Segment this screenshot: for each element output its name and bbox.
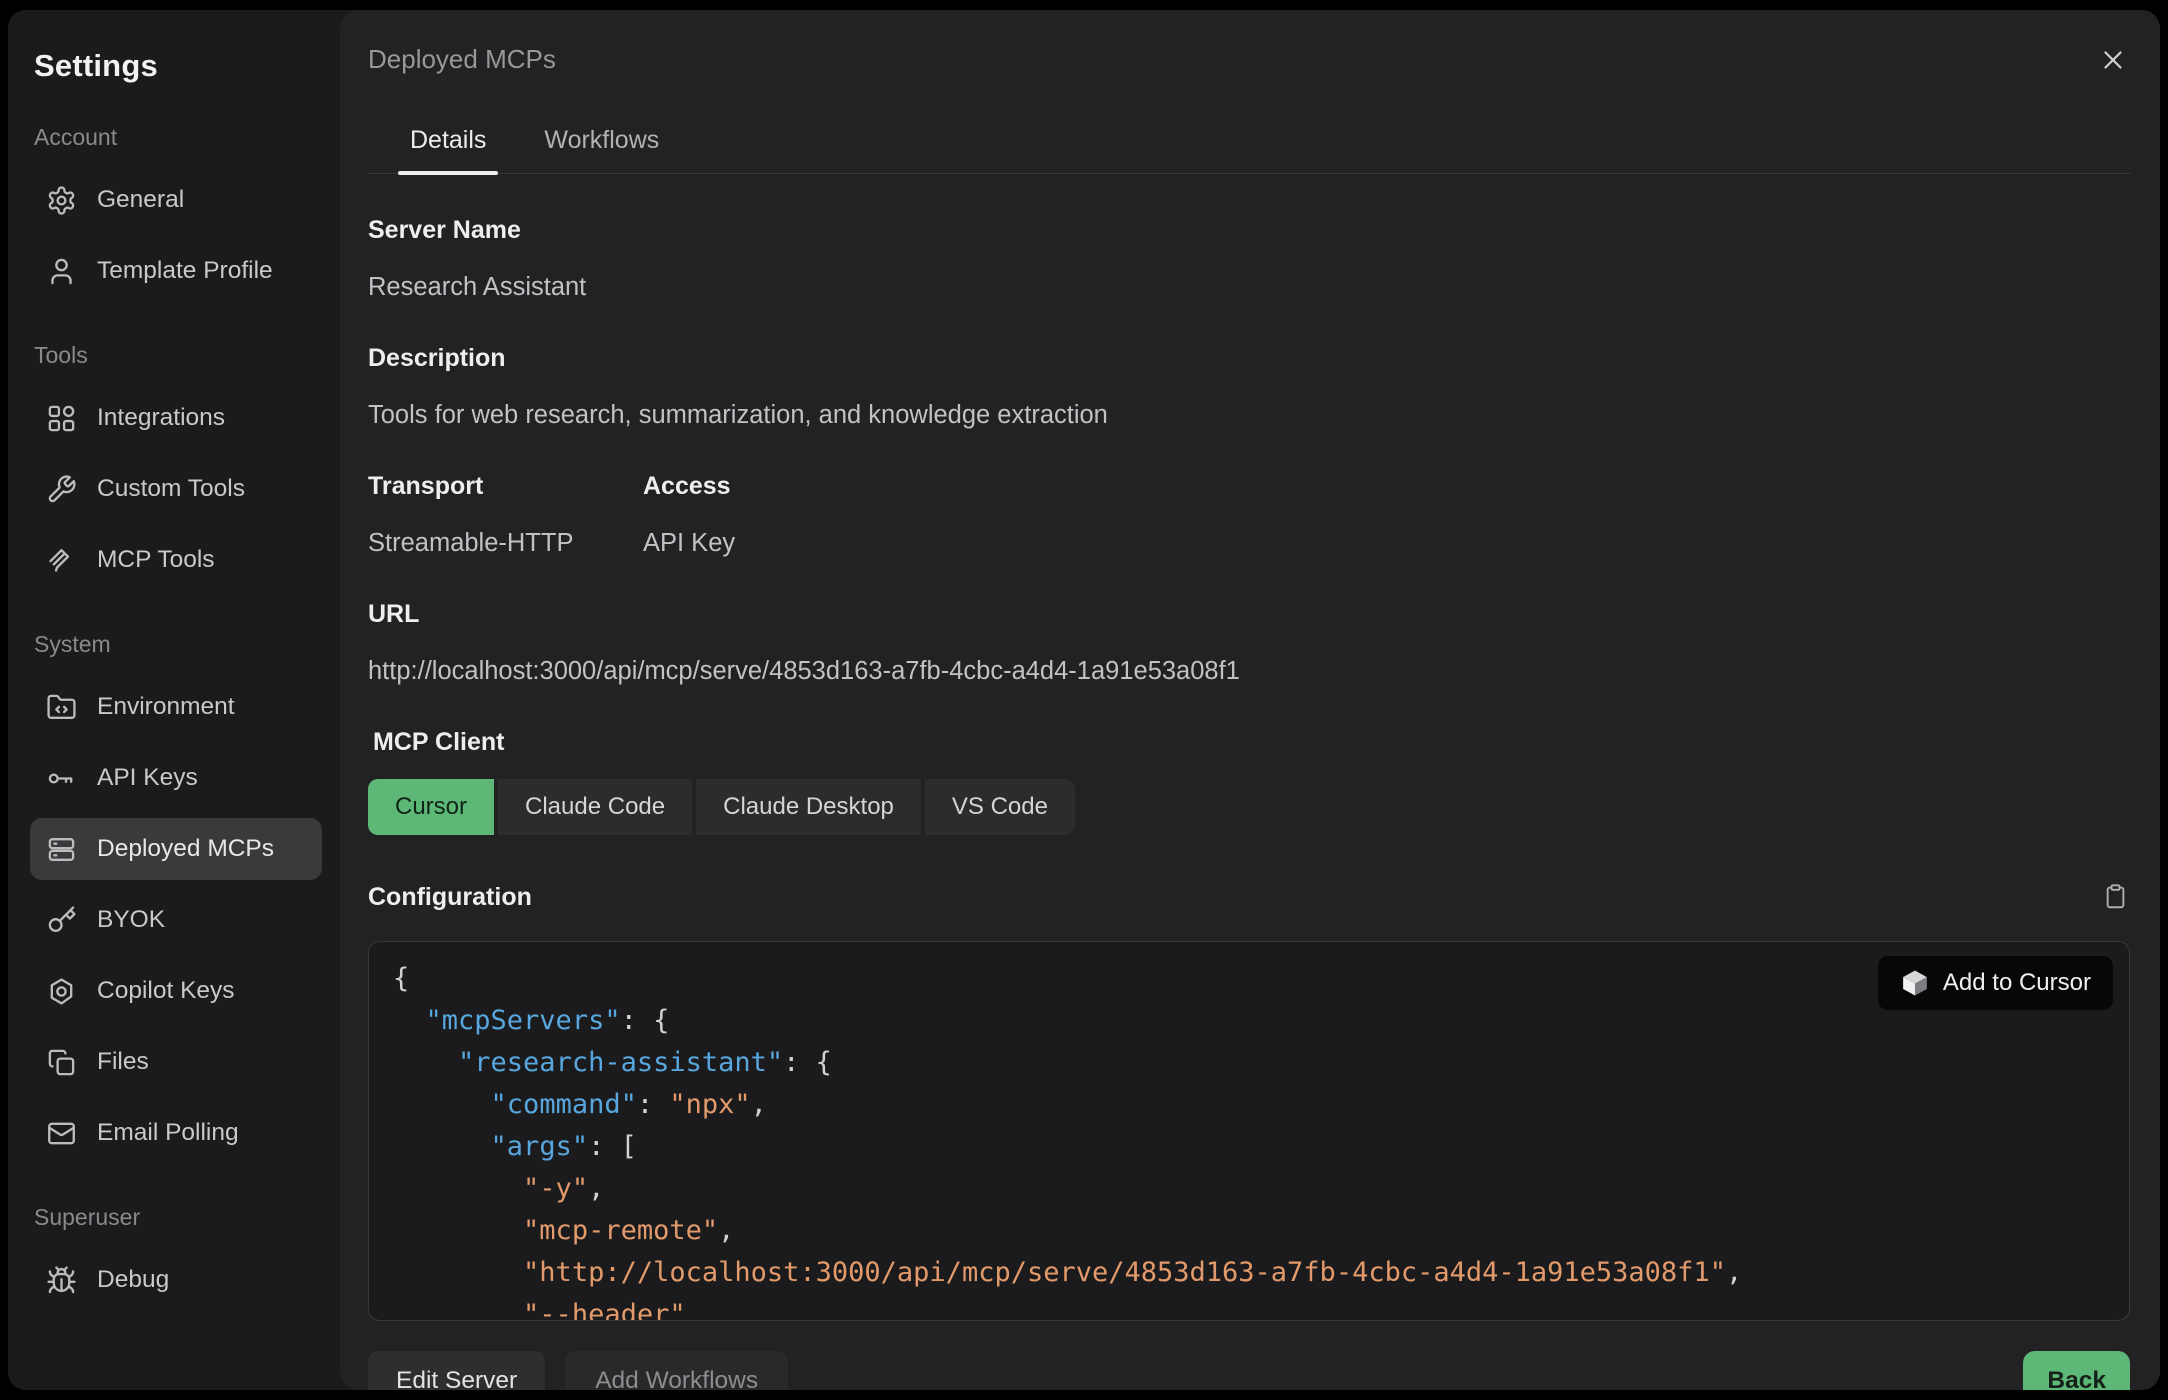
code-line: "-y",	[393, 1168, 2105, 1210]
main-header: Deployed MCPs	[340, 10, 2160, 78]
add-workflows-button[interactable]: Add Workflows	[565, 1351, 788, 1390]
gear-icon	[46, 185, 77, 216]
code-line: "mcp-remote",	[393, 1210, 2105, 1252]
code-line: "command": "npx",	[393, 1084, 2105, 1126]
sidebar-item-label: Copilot Keys	[97, 977, 235, 1005]
mcp-client-label: MCP Client	[373, 728, 2130, 757]
sidebar: Settings Account General Template Profile T…	[8, 10, 340, 1390]
sidebar-item-general[interactable]: General	[30, 169, 322, 231]
sidebar-section-label: System	[34, 631, 322, 658]
footer: Edit Server Add Workflows Back	[368, 1351, 2130, 1390]
sidebar-item-api-keys[interactable]: API Keys	[30, 747, 322, 809]
sidebar-item-template-profile[interactable]: Template Profile	[30, 240, 322, 302]
sidebar-item-debug[interactable]: Debug	[30, 1249, 322, 1311]
sidebar-item-integrations[interactable]: Integrations	[30, 387, 322, 449]
user-icon	[46, 256, 77, 287]
sidebar-item-label: Custom Tools	[97, 475, 245, 503]
edit-server-button[interactable]: Edit Server	[368, 1351, 545, 1390]
code-content: { "mcpServers": { "research-assistant": …	[393, 958, 2105, 1321]
sidebar-item-label: Deployed MCPs	[97, 835, 274, 863]
sidebar-item-label: Debug	[97, 1266, 169, 1294]
sidebar-item-label: BYOK	[97, 906, 165, 934]
close-button[interactable]	[2096, 44, 2130, 78]
sidebar-item-environment[interactable]: Environment	[30, 676, 322, 738]
page-title: Deployed MCPs	[368, 44, 556, 75]
sidebar-item-email-polling[interactable]: Email Polling	[30, 1102, 322, 1164]
code-line: "args": [	[393, 1126, 2105, 1168]
sidebar-item-deployed-mcps[interactable]: Deployed MCPs	[30, 818, 322, 880]
code-line: "research-assistant": {	[393, 1042, 2105, 1084]
configuration-code-block[interactable]: { "mcpServers": { "research-assistant": …	[368, 941, 2130, 1321]
url-label: URL	[368, 600, 2130, 629]
access-value: API Key	[643, 529, 735, 558]
tab-details[interactable]: Details	[398, 112, 498, 173]
mcp-client-claude-desktop[interactable]: Claude Desktop	[696, 779, 921, 835]
nut-icon	[46, 976, 77, 1007]
add-to-cursor-label: Add to Cursor	[1943, 969, 2091, 997]
key-round-icon	[46, 763, 77, 794]
details-content: Server Name Research Assistant Descripti…	[340, 174, 2160, 1321]
server-icon	[46, 834, 77, 865]
sidebar-section-label: Tools	[34, 342, 322, 369]
transport-label: Transport	[368, 472, 643, 501]
code-line: "mcpServers": {	[393, 1000, 2105, 1042]
bug-icon	[46, 1265, 77, 1296]
add-to-cursor-button[interactable]: Add to Cursor	[1878, 956, 2113, 1010]
description-label: Description	[368, 344, 2130, 373]
back-button[interactable]: Back	[2023, 1351, 2130, 1390]
sidebar-item-mcp-tools[interactable]: MCP Tools	[30, 529, 322, 591]
sidebar-item-label: Files	[97, 1048, 149, 1076]
copy-icon	[46, 1047, 77, 1078]
sidebar-item-label: General	[97, 186, 184, 214]
mail-icon	[46, 1118, 77, 1149]
sidebar-item-label: Email Polling	[97, 1119, 239, 1147]
sidebar-item-custom-tools[interactable]: Custom Tools	[30, 458, 322, 520]
category-icon	[46, 403, 77, 434]
close-icon	[2098, 63, 2128, 78]
clipboard-icon	[2102, 899, 2129, 914]
code-line: {	[393, 958, 2105, 1000]
sidebar-item-label: Integrations	[97, 404, 225, 432]
key-icon	[46, 905, 77, 936]
mcp-client-cursor[interactable]: Cursor	[368, 779, 494, 835]
settings-title: Settings	[34, 48, 322, 84]
sidebar-section-label: Account	[34, 124, 322, 151]
mcp-icon	[46, 545, 77, 576]
mcp-client-vs-code[interactable]: VS Code	[925, 779, 1075, 835]
settings-modal: Settings Account General Template Profile T…	[8, 10, 2160, 1390]
sidebar-nav: Account General Template Profile Tools Integ…	[30, 124, 322, 1311]
sidebar-item-copilot-keys[interactable]: Copilot Keys	[30, 960, 322, 1022]
code-line: "--header"	[393, 1294, 2105, 1321]
code-line: "http://localhost:3000/api/mcp/serve/485…	[393, 1252, 2105, 1294]
server-name-label: Server Name	[368, 216, 2130, 245]
mcp-client-group: CursorClaude CodeClaude DesktopVS Code	[368, 779, 1075, 835]
main-panel: Deployed MCPs Details Workflows Server Na…	[340, 10, 2160, 1390]
sidebar-item-label: Environment	[97, 693, 235, 721]
sidebar-section-label: Superuser	[34, 1204, 322, 1231]
transport-value: Streamable-HTTP	[368, 529, 643, 558]
sidebar-item-byok[interactable]: BYOK	[30, 889, 322, 951]
server-name-value: Research Assistant	[368, 273, 2130, 302]
folder-code-icon	[46, 692, 77, 723]
access-label: Access	[643, 472, 735, 501]
wrench-icon	[46, 474, 77, 505]
description-value: Tools for web research, summarization, a…	[368, 401, 2130, 430]
tab-bar: Details Workflows	[368, 112, 2130, 174]
configuration-label: Configuration	[368, 883, 532, 912]
sidebar-item-label: Template Profile	[97, 257, 273, 285]
tab-workflows[interactable]: Workflows	[532, 112, 671, 173]
copy-config-button[interactable]	[2100, 881, 2130, 913]
sidebar-item-files[interactable]: Files	[30, 1031, 322, 1093]
sidebar-item-label: MCP Tools	[97, 546, 215, 574]
mcp-client-claude-code[interactable]: Claude Code	[498, 779, 692, 835]
sidebar-item-label: API Keys	[97, 764, 198, 792]
url-value: http://localhost:3000/api/mcp/serve/4853…	[368, 657, 2130, 686]
cursor-logo-icon	[1900, 968, 1930, 998]
